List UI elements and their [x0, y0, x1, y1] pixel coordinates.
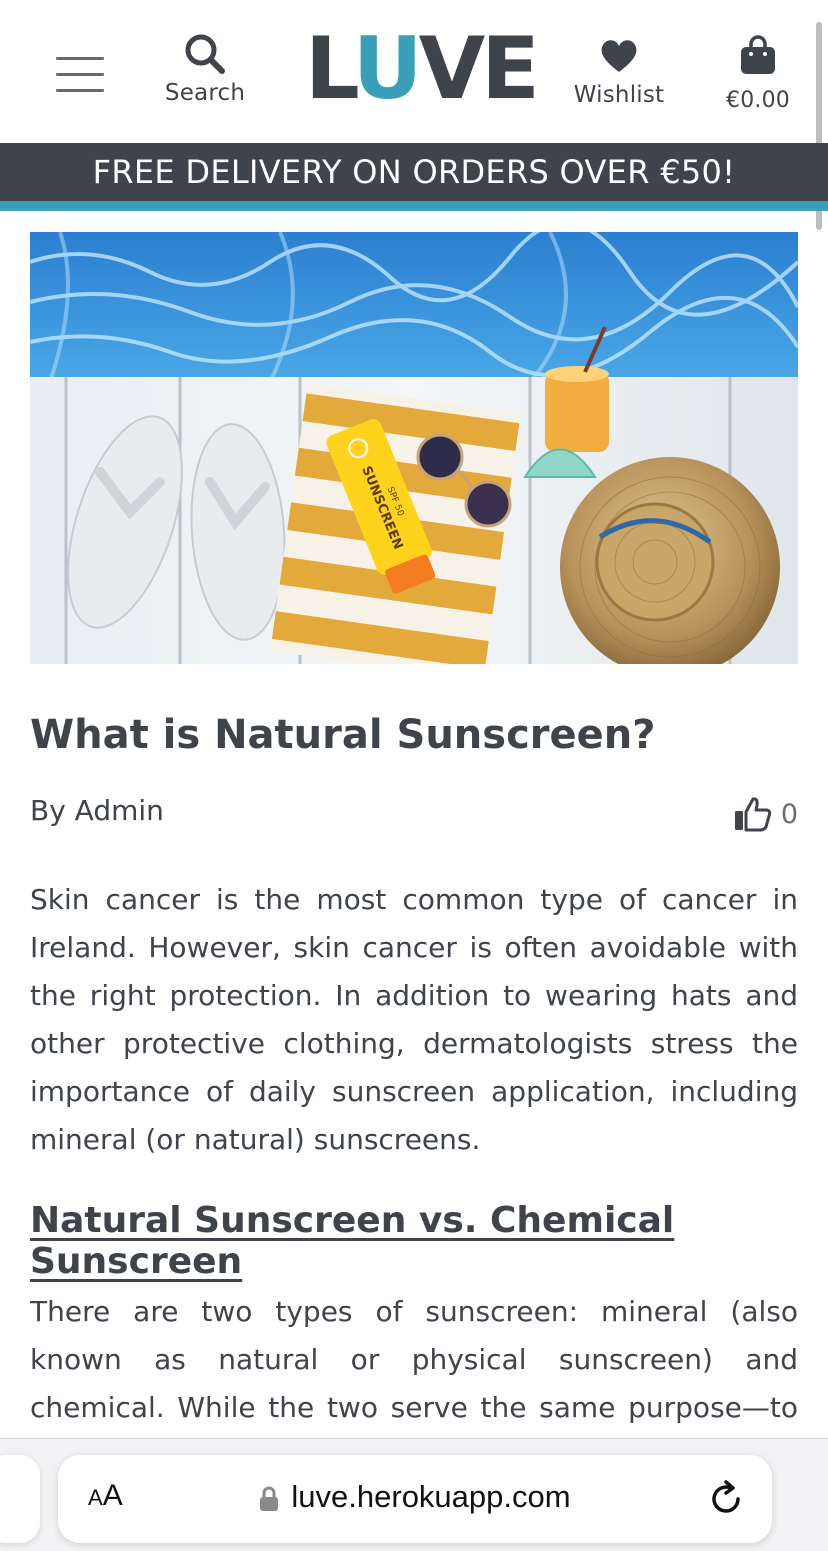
article-paragraph-2: There are two types of sunscreen: minera… — [30, 1295, 798, 1424]
likes-count: 0 — [780, 798, 798, 830]
shopping-bag-icon — [741, 35, 775, 74]
heart-icon — [601, 40, 637, 72]
search-label: Search — [164, 80, 246, 106]
address-bar[interactable]: AA luve.herokuapp.com — [58, 1455, 772, 1543]
cart-total: €0.00 — [726, 88, 790, 113]
reload-icon[interactable] — [706, 1479, 746, 1519]
search-icon — [185, 34, 225, 74]
free-delivery-banner: FREE DELIVERY ON ORDERS OVER €50! — [0, 143, 828, 201]
search-button[interactable]: Search — [160, 32, 250, 106]
banner-accent-stripe — [0, 201, 828, 211]
article-paragraph-1: Skin cancer is the most common type of c… — [30, 883, 798, 1156]
like-button[interactable]: 0 — [733, 796, 798, 832]
wishlist-label: Wishlist — [573, 82, 665, 108]
article-subheading-link[interactable]: Natural Sunscreen vs. Chemical Sunscreen — [30, 1200, 828, 1282]
previous-tab-preview[interactable] — [0, 1455, 40, 1543]
logo-letter-u: U — [352, 19, 423, 119]
lock-icon — [260, 1486, 279, 1511]
site-header: Search LUVE Wishlist €0.00 — [0, 0, 828, 230]
article-hero-image: SUNSCREEN SPF 50 — [30, 232, 798, 664]
article-title: What is Natural Sunscreen? — [30, 712, 656, 758]
logo-letter-l: L — [305, 19, 357, 119]
thumbs-up-icon — [734, 797, 771, 832]
article-author: By Admin — [30, 794, 164, 827]
url-display[interactable]: luve.herokuapp.com — [58, 1479, 772, 1515]
luve-logo[interactable]: LUVE — [305, 26, 540, 112]
hamburger-icon[interactable] — [56, 55, 104, 95]
wishlist-button[interactable]: Wishlist — [566, 38, 672, 108]
browser-toolbar: AA luve.herokuapp.com — [0, 1438, 828, 1551]
cart-button[interactable]: €0.00 — [718, 34, 798, 113]
logo-letters-ve: VE — [418, 19, 540, 119]
url-text: luve.herokuapp.com — [291, 1479, 571, 1514]
promo-text: FREE DELIVERY ON ORDERS OVER €50! — [92, 153, 736, 191]
